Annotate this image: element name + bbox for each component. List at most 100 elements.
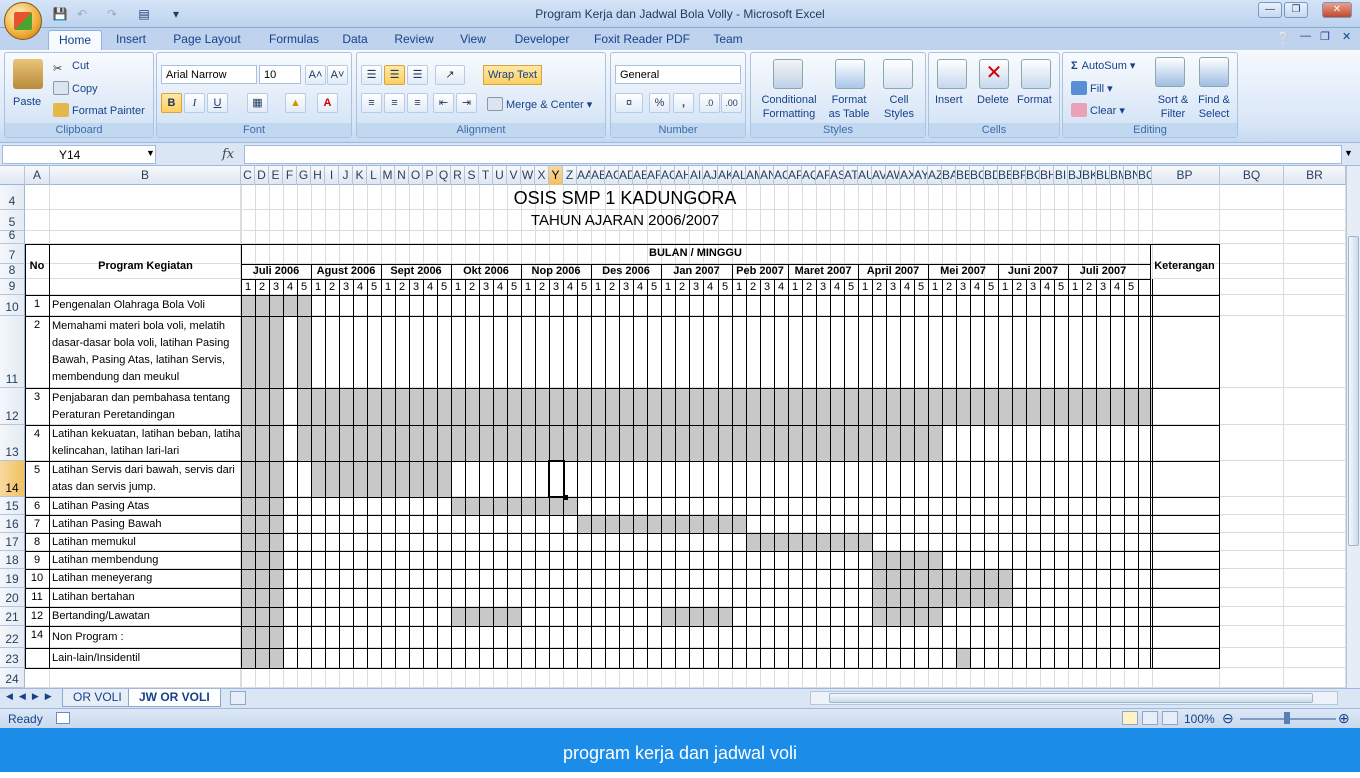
tab-home[interactable]: Home [48, 30, 102, 50]
insert-function-icon[interactable]: fx [222, 147, 234, 162]
col-header-x[interactable]: X [535, 166, 549, 185]
tab-formulas[interactable]: Formulas [256, 30, 332, 50]
row-header-15[interactable]: 15 [0, 497, 25, 515]
row-header-10[interactable]: 10 [0, 295, 25, 316]
align-right-icon[interactable]: ≡ [407, 93, 428, 113]
col-header-f[interactable]: F [283, 166, 297, 185]
col-header-bg[interactable]: BG [1026, 166, 1040, 185]
col-header-n[interactable]: N [395, 166, 409, 185]
format-painter-button[interactable]: Format Painter [53, 103, 145, 118]
row-header-22[interactable]: 22 [0, 626, 25, 648]
col-header-bp[interactable]: BP [1150, 166, 1220, 185]
col-header-h[interactable]: H [311, 166, 325, 185]
ribbon-restore-icon[interactable]: ❐ [1320, 30, 1330, 43]
row-header-24[interactable]: 24 [0, 668, 25, 688]
horizontal-scroll-thumb[interactable] [829, 693, 1313, 703]
row-header-11[interactable]: 11 [0, 316, 25, 388]
col-header-ag[interactable]: AG [661, 166, 675, 185]
col-header-am[interactable]: AM [746, 166, 760, 185]
maximize-button[interactable]: ❐ [1284, 2, 1308, 18]
autosum-button[interactable]: Σ AutoSum ▾ [1071, 59, 1135, 73]
col-header-v[interactable]: V [507, 166, 521, 185]
row-header-19[interactable]: 19 [0, 569, 25, 588]
col-header-ar[interactable]: AR [816, 166, 830, 185]
align-top-icon[interactable]: ☰ [361, 65, 382, 85]
col-header-bh[interactable]: BH [1040, 166, 1054, 185]
ribbon-close-icon[interactable]: ✕ [1342, 30, 1351, 43]
col-header-aa[interactable]: AA [577, 166, 591, 185]
decrease-decimal-icon[interactable]: .00 [721, 93, 742, 113]
page-break-view-icon[interactable] [1162, 711, 1178, 725]
fill-color-icon[interactable]: ▲ [285, 93, 306, 113]
zoom-slider-thumb[interactable] [1284, 712, 1290, 724]
col-header-k[interactable]: K [353, 166, 367, 185]
tab-developer[interactable]: Developer [506, 30, 578, 50]
new-sheet-icon[interactable] [230, 691, 246, 705]
align-middle-icon[interactable]: ☰ [384, 65, 405, 85]
orientation-icon[interactable]: ↗ [435, 65, 465, 85]
fill-button[interactable]: Fill ▾ [1071, 81, 1113, 96]
col-header-w[interactable]: W [521, 166, 535, 185]
wrap-text-button[interactable]: Wrap Text [483, 65, 543, 85]
fill-handle[interactable] [563, 495, 568, 500]
increase-decimal-icon[interactable]: .0 [699, 93, 720, 113]
col-header-ap[interactable]: AP [788, 166, 802, 185]
format-as-table-button[interactable]: Format as Table [823, 93, 875, 121]
formula-input[interactable] [244, 145, 1342, 164]
col-header-bn[interactable]: BN [1124, 166, 1138, 185]
col-header-al[interactable]: AL [732, 166, 746, 185]
col-header-bq[interactable]: BQ [1220, 166, 1284, 185]
zoom-level[interactable]: 100% [1184, 712, 1215, 726]
col-header-u[interactable]: U [493, 166, 507, 185]
col-header-g[interactable]: G [297, 166, 311, 185]
align-bottom-icon[interactable]: ☰ [407, 65, 428, 85]
shrink-font-button[interactable]: A˅ [327, 65, 348, 85]
col-header-ay[interactable]: AY [914, 166, 928, 185]
col-header-aq[interactable]: AQ [802, 166, 816, 185]
col-header-ak[interactable]: AK [718, 166, 732, 185]
col-header-an[interactable]: AN [760, 166, 774, 185]
col-header-z[interactable]: Z [563, 166, 577, 185]
zoom-in-icon[interactable]: ⊕ [1338, 710, 1350, 727]
col-header-q[interactable]: Q [437, 166, 451, 185]
col-header-bb[interactable]: BB [956, 166, 970, 185]
cell-styles-button[interactable]: Cell Styles [879, 93, 919, 121]
col-header-y[interactable]: Y [549, 166, 563, 185]
col-header-ax[interactable]: AX [900, 166, 914, 185]
row-header-6[interactable]: 6 [0, 228, 25, 244]
paste-button[interactable]: Paste [13, 95, 41, 109]
zoom-out-icon[interactable]: ⊖ [1222, 710, 1234, 727]
col-header-a[interactable]: A [25, 166, 50, 185]
row-header-17[interactable]: 17 [0, 533, 25, 551]
horizontal-scrollbar[interactable] [810, 691, 1338, 705]
col-header-r[interactable]: R [451, 166, 465, 185]
col-header-t[interactable]: T [479, 166, 493, 185]
row-header-8[interactable]: 8 [0, 263, 25, 279]
col-header-e[interactable]: E [269, 166, 283, 185]
row-header-18[interactable]: 18 [0, 551, 25, 569]
italic-button[interactable]: I [184, 93, 205, 113]
tab-data[interactable]: Data [334, 30, 376, 50]
col-header-i[interactable]: I [325, 166, 339, 185]
find-select-button[interactable]: Find & Select [1193, 93, 1235, 121]
copy-button[interactable]: Copy [53, 81, 98, 96]
format-cells-button[interactable]: Format [1017, 93, 1052, 107]
col-header-be[interactable]: BE [998, 166, 1012, 185]
underline-button[interactable]: U [207, 93, 228, 113]
col-header-l[interactable]: L [367, 166, 381, 185]
col-header-ac[interactable]: AC [605, 166, 619, 185]
bold-button[interactable]: B [161, 93, 182, 113]
conditional-formatting-button[interactable]: Conditional Formatting [757, 93, 821, 121]
col-header-at[interactable]: AT [844, 166, 858, 185]
col-header-bl[interactable]: BL [1096, 166, 1110, 185]
decrease-indent-icon[interactable]: ⇤ [433, 93, 454, 113]
col-header-as[interactable]: AS [830, 166, 844, 185]
col-header-ab[interactable]: AB [591, 166, 605, 185]
col-header-af[interactable]: AF [647, 166, 661, 185]
tab-team[interactable]: Team [704, 30, 752, 50]
number-format-select[interactable]: General [615, 65, 741, 84]
font-size-select[interactable]: 10 [259, 65, 301, 84]
cut-button[interactable]: ✂ Cut [53, 59, 89, 76]
col-header-ae[interactable]: AE [633, 166, 647, 185]
col-header-aj[interactable]: AJ [703, 166, 718, 185]
